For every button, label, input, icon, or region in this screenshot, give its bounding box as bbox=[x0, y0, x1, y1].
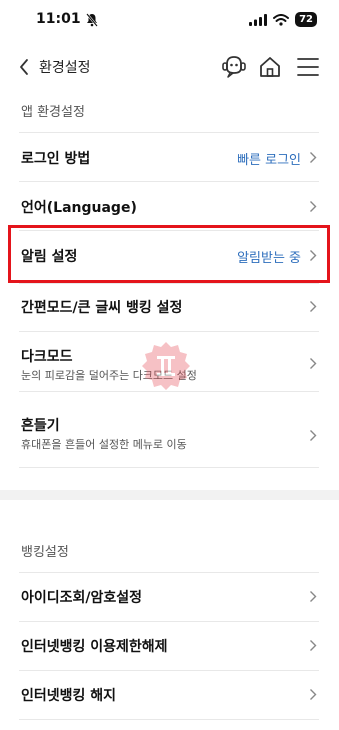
row-label: 로그인 방법 bbox=[21, 151, 91, 167]
signal-icon bbox=[249, 13, 268, 26]
page-title: 환경설정 bbox=[39, 60, 91, 76]
chevron-right-icon bbox=[310, 430, 317, 441]
header: 환경설정 bbox=[0, 46, 339, 88]
hamburger-menu-icon[interactable] bbox=[296, 56, 320, 78]
chevron-right-icon bbox=[310, 301, 317, 312]
row-label: 간편모드/큰 글씨 뱅킹 설정 bbox=[21, 300, 183, 316]
battery-indicator: 72 bbox=[295, 12, 317, 27]
row-cancel-internet-banking[interactable]: 인터넷뱅킹 해지 bbox=[19, 671, 319, 719]
chevron-right-icon bbox=[310, 689, 317, 700]
section-separator bbox=[0, 490, 339, 500]
row-label: 인터넷뱅킹 해지 bbox=[21, 688, 117, 704]
highlight-box bbox=[8, 225, 330, 283]
section-label-banking-settings: 뱅킹설정 bbox=[21, 545, 69, 560]
chatbot-icon[interactable] bbox=[220, 54, 248, 80]
row-id-password[interactable]: 아이디조회/암호설정 bbox=[19, 573, 319, 621]
row-label: 흔들기 bbox=[21, 418, 60, 434]
section-label-app-settings: 앱 환경설정 bbox=[21, 105, 85, 120]
wifi-icon bbox=[273, 13, 290, 26]
divider bbox=[19, 467, 319, 468]
row-language[interactable]: 언어(Language) bbox=[19, 182, 319, 230]
row-easy-mode[interactable]: 간편모드/큰 글씨 뱅킹 설정 bbox=[19, 284, 319, 332]
status-time: 11:01 bbox=[36, 11, 81, 27]
row-value: 빠른 로그인 bbox=[237, 153, 301, 168]
chevron-right-icon bbox=[310, 152, 317, 163]
status-bar: 11:01 72 bbox=[0, 0, 339, 40]
watermark-seal-icon bbox=[142, 342, 190, 390]
bell-off-icon bbox=[86, 13, 98, 27]
row-unlock-internet-banking[interactable]: 인터넷뱅킹 이용제한해제 bbox=[19, 622, 319, 670]
row-label: 언어(Language) bbox=[21, 200, 137, 216]
row-login-method[interactable]: 로그인 방법 빠른 로그인 bbox=[19, 133, 319, 181]
chevron-right-icon bbox=[310, 358, 317, 369]
home-icon[interactable] bbox=[258, 55, 282, 79]
back-chevron-icon[interactable] bbox=[18, 57, 30, 77]
row-label: 인터넷뱅킹 이용제한해제 bbox=[21, 639, 168, 655]
chevron-right-icon bbox=[310, 591, 317, 602]
chevron-right-icon bbox=[310, 201, 317, 212]
row-shake[interactable]: 흔들기 휴대폰을 흔들어 설정한 메뉴로 이동 bbox=[19, 392, 319, 451]
chevron-right-icon bbox=[310, 640, 317, 651]
row-label: 아이디조회/암호설정 bbox=[21, 590, 143, 606]
row-label: 다크모드 bbox=[21, 349, 73, 365]
divider bbox=[19, 719, 319, 720]
row-subtext: 휴대폰을 흔들어 설정한 메뉴로 이동 bbox=[21, 438, 187, 451]
